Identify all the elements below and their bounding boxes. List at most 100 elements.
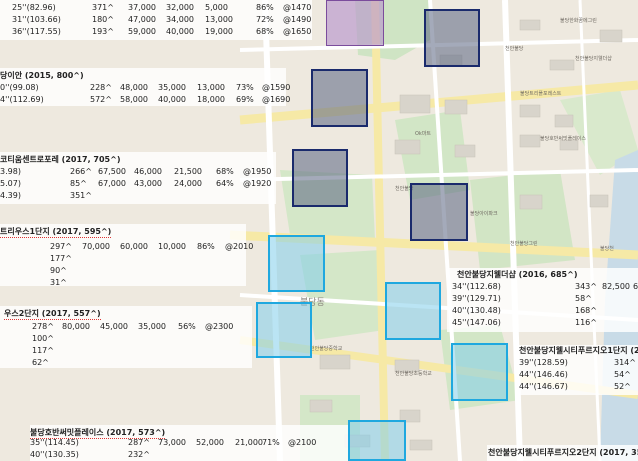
complex-info-c1: 25''(82.96) 371^ 37,000 32,000 5,000 86% @1470… (0, 0, 312, 40)
table-cell: 54^ (614, 370, 631, 379)
table-cell: 40''(130.35) (30, 450, 79, 459)
map-label: 불당아이파크 (470, 210, 498, 217)
table-cell: 0''(99.08) (0, 83, 39, 92)
complex-title: 천안불당지웰시티푸르지오2단지 (2017, 355^ (488, 448, 638, 457)
complex-info-c9: 천안불당지웰시티푸르지오2단지 (2017, 355^ (487, 445, 638, 461)
table-cell: @1590 (262, 83, 291, 92)
table-cell: 69% (236, 95, 254, 104)
table-cell: 47,000 (128, 15, 156, 24)
complex-info-c7: 천안불당지웰더샵 (2016, 685^) 34''(112.68) 343^ 82,… (447, 268, 638, 332)
table-cell: 31^ (50, 278, 67, 287)
table-cell: 73,000 (158, 438, 186, 447)
selection-box[interactable] (292, 149, 348, 207)
table-cell: 35,000 (138, 322, 166, 331)
table-cell: 67,000 (98, 179, 126, 188)
table-cell: 21,500 (174, 167, 202, 176)
selection-box[interactable] (268, 235, 325, 292)
table-cell: 19,000 (205, 27, 233, 36)
map-label: 불당트리플포레스트 (520, 90, 562, 97)
selection-box[interactable] (311, 69, 368, 127)
table-cell: 168^ (575, 306, 597, 315)
table-cell: 25''(82.96) (12, 3, 56, 12)
table-cell: 43,000 (134, 179, 162, 188)
map-label: 불당천 (600, 245, 614, 252)
table-cell: 31''(103.66) (12, 15, 61, 24)
table-cell: 71% (262, 438, 280, 447)
table-cell: 68% (256, 27, 274, 36)
table-row: 5.07) 85^ 67,000 43,000 24,000 64% @1920 (0, 178, 276, 189)
table-cell: 58^ (575, 294, 592, 303)
table-cell: 34''(112.68) (452, 282, 501, 291)
table-cell: 39''(129.71) (452, 294, 501, 303)
table-cell: 21,000 (235, 438, 263, 447)
complex-info-c6: 불당호반써밋플레이스 (2017, 573^) 35''(114.45) 287^ 7… (30, 425, 348, 461)
table-cell: @1920 (243, 179, 272, 188)
table-cell: 297^ (50, 242, 72, 251)
table-row: 177^ (0, 253, 246, 264)
table-cell: 72% (256, 15, 274, 24)
table-row: 40''(130.48) 168^ (447, 305, 638, 316)
table-row: 100^ (0, 333, 252, 344)
map-screenshot: 불당한화꿈에그린 천안불당 Ok마트 불당트리플포레스트 천안불당 천안불당그린… (0, 0, 638, 461)
table-cell: 116^ (575, 318, 597, 327)
complex-title: 우스2단지 (2017, 557^) (4, 309, 101, 320)
table-row: 39''(129.71) 58^ (447, 293, 638, 304)
selection-box[interactable] (424, 9, 480, 67)
selection-box[interactable] (348, 420, 406, 461)
table-cell: 40,000 (158, 95, 186, 104)
selection-box[interactable] (256, 302, 312, 358)
table-cell: 67,500 (98, 167, 126, 176)
table-cell: 24,000 (174, 179, 202, 188)
selection-box[interactable] (451, 343, 508, 401)
table-cell: 351^ (70, 191, 92, 200)
table-cell: @1650 (283, 27, 312, 36)
complex-info-c4: 트리우스1단지 (2017, 595^) 297^ 70,000 60,000 10,0… (0, 224, 253, 287)
table-row: 3.98) 266^ 67,500 46,000 21,500 68% @1950 (0, 166, 276, 177)
table-row: 4.39) 351^ (0, 190, 276, 201)
table-row: 62^ (0, 357, 252, 368)
table-cell: 60,000 (633, 282, 638, 291)
table-cell: 64% (216, 179, 234, 188)
table-cell: 40,000 (166, 27, 194, 36)
table-cell: @1950 (243, 167, 272, 176)
table-cell: 86% (256, 3, 274, 12)
map-label: 천안불당초등학교 (395, 370, 432, 377)
table-row: 90^ (0, 265, 246, 276)
table-cell: 10,000 (158, 242, 186, 251)
table-row: 31''(103.66) 180^ 47,000 34,000 13,000 72% @14… (0, 14, 312, 25)
selection-box[interactable] (410, 183, 468, 241)
table-cell: 39''(128.59) (519, 358, 568, 367)
table-cell: 343^ (575, 282, 597, 291)
table-cell: 287^ (128, 438, 150, 447)
table-row: 297^ 70,000 60,000 10,000 86% @2010 (0, 241, 253, 252)
table-cell: 44''(146.46) (519, 370, 568, 379)
map-label: 천안불당지웰더샵 (575, 55, 612, 62)
table-cell: @1490 (283, 15, 312, 24)
map-label: 불당한화꿈에그린 (560, 17, 597, 24)
table-cell: 278^ (32, 322, 54, 331)
table-cell: 5.07) (0, 179, 21, 188)
table-row: 0''(99.08) 228^ 48,000 35,000 13,000 73% @1590 (0, 82, 290, 93)
table-cell: 73% (236, 83, 254, 92)
table-cell: @1690 (262, 95, 291, 104)
table-cell: 68% (216, 167, 234, 176)
selection-box[interactable] (385, 282, 441, 340)
table-cell: 34,000 (166, 15, 194, 24)
map-label: Ok마트 (415, 130, 431, 137)
complex-title: 천안불당지웰더샵 (2016, 685^) (457, 270, 578, 279)
table-cell: 90^ (50, 266, 67, 275)
complex-info-c2: 당이안 (2015, 800^) 0''(99.08) 228^ 48,000 35,0… (0, 68, 290, 106)
complex-title: 코티움센트로포레 (2017, 705^) (0, 155, 121, 164)
complex-title: 천안불당지웰시티푸르지오1단지 (2 (519, 346, 638, 355)
table-cell: 45,000 (100, 322, 128, 331)
map-label: 불당호반써밋플레이스 (540, 135, 586, 142)
table-row: 25''(82.96) 371^ 37,000 32,000 5,000 86% @1470 (0, 2, 312, 13)
table-cell: 5,000 (205, 3, 228, 12)
selection-box[interactable] (326, 0, 384, 46)
table-cell: 3.98) (0, 167, 21, 176)
table-cell: 59,000 (128, 27, 156, 36)
table-cell: 18,000 (197, 95, 225, 104)
table-cell: 44''(146.67) (519, 382, 568, 391)
table-cell: 35,000 (158, 83, 186, 92)
table-row: 117^ (0, 345, 252, 356)
